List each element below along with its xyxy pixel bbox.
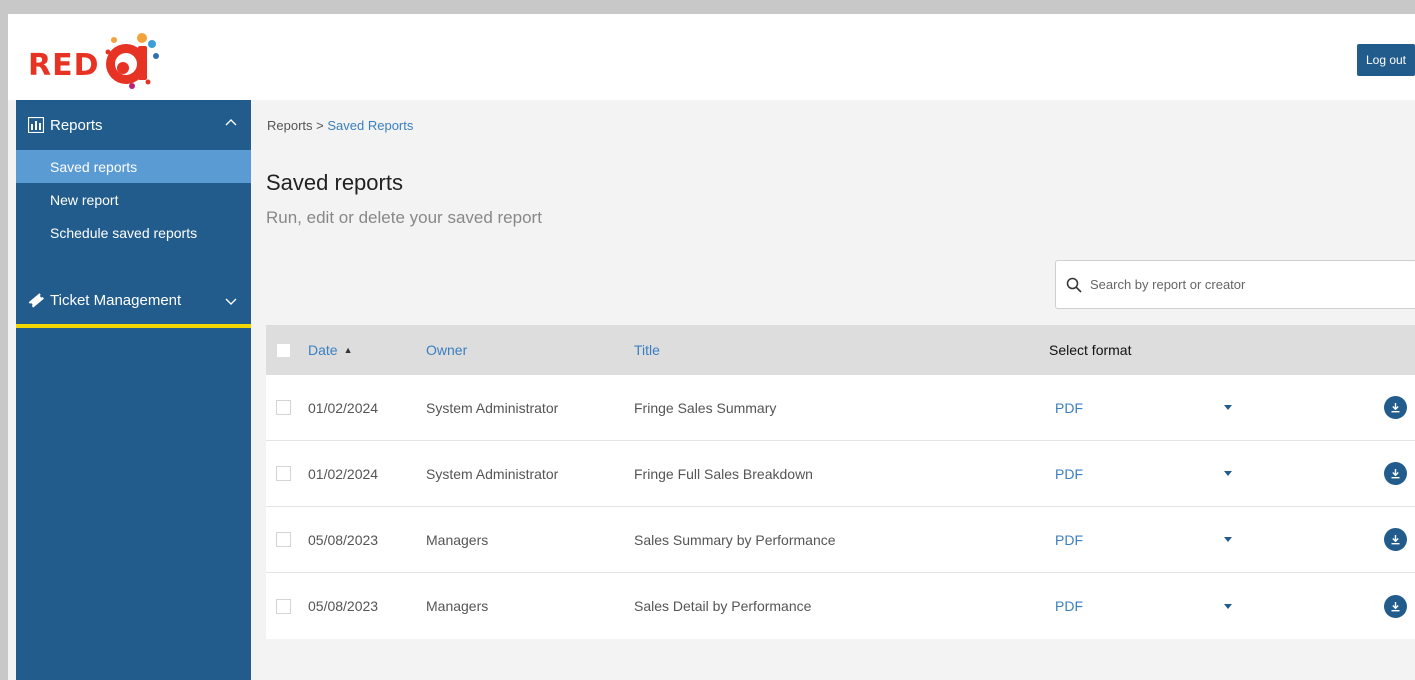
logout-button[interactable]: Log out <box>1357 44 1415 76</box>
download-icon <box>1391 601 1400 611</box>
logo-mark-icon <box>105 33 159 89</box>
row-checkbox[interactable] <box>276 466 291 481</box>
download-button[interactable] <box>1384 396 1407 419</box>
table-row: 05/08/2023 Managers Sales Summary by Per… <box>266 507 1415 573</box>
row-owner: Managers <box>426 598 489 614</box>
download-icon <box>1391 403 1400 413</box>
row-date: 05/08/2023 <box>308 531 379 548</box>
download-icon <box>1391 469 1400 479</box>
caret-down-icon[interactable] <box>1224 405 1232 410</box>
column-header-format: Select format <box>1041 325 1249 375</box>
row-date: 01/02/2024 <box>308 465 379 482</box>
page-subtitle: Run, edit or delete your saved report <box>266 208 542 227</box>
sidebar-item-label: New report <box>50 191 119 208</box>
chevron-down-icon[interactable] <box>225 298 237 306</box>
row-checkbox[interactable] <box>276 400 291 415</box>
sort-ascending-icon: ▲ <box>343 345 353 355</box>
row-title: Fringe Full Sales Breakdown <box>634 465 813 482</box>
table-header: Date ▲ Owner Title Select format <box>266 325 1415 375</box>
sidebar-item-label: Saved reports <box>50 158 138 175</box>
row-title: Sales Summary by Performance <box>634 531 836 548</box>
format-select[interactable]: PDF <box>1041 507 1249 572</box>
sidebar-section-ticket-management[interactable]: Ticket Management <box>16 276 251 328</box>
search-box[interactable] <box>1055 260 1415 309</box>
row-owner: System Administrator <box>426 465 559 482</box>
sidebar-item-label: Schedule saved reports <box>50 224 198 241</box>
row-date: 05/08/2023 <box>308 598 379 614</box>
breadcrumb: Reports > Saved Reports <box>267 118 413 133</box>
select-all-checkbox[interactable] <box>276 342 291 358</box>
caret-down-icon[interactable] <box>1224 537 1232 542</box>
breadcrumb-root[interactable]: Reports <box>267 118 313 133</box>
format-select[interactable]: PDF <box>1041 441 1249 506</box>
breadcrumb-current[interactable]: Saved Reports <box>327 118 413 133</box>
download-button[interactable] <box>1384 462 1407 485</box>
download-button[interactable] <box>1384 594 1407 618</box>
caret-down-icon[interactable] <box>1224 603 1232 609</box>
ticket-icon <box>28 293 44 308</box>
sidebar-section-label: Reports <box>50 116 103 134</box>
row-checkbox[interactable] <box>276 598 291 614</box>
format-select[interactable]: PDF <box>1041 375 1249 440</box>
search-icon <box>1066 277 1082 293</box>
download-button[interactable] <box>1384 528 1407 551</box>
page-title: Saved reports <box>266 170 403 195</box>
row-title: Sales Detail by Performance <box>634 598 812 614</box>
red61-logo[interactable]: RED <box>26 28 166 89</box>
table-row: 01/02/2024 System Administrator Fringe S… <box>266 375 1415 441</box>
column-header-label: Date <box>308 342 338 358</box>
column-header-owner[interactable]: Owner <box>426 325 467 375</box>
column-header-title[interactable]: Title <box>634 325 660 375</box>
table-row: 01/02/2024 System Administrator Fringe F… <box>266 441 1415 507</box>
saved-reports-table: Date ▲ Owner Title Select format 01/02/2… <box>266 325 1415 639</box>
top-header: RED Log out <box>8 14 1415 100</box>
table-row: 05/08/2023 Managers Sales Detail by Perf… <box>266 573 1415 639</box>
row-title: Fringe Sales Summary <box>634 399 777 416</box>
row-checkbox[interactable] <box>276 532 291 547</box>
column-header-label: Title <box>634 342 660 358</box>
download-icon <box>1391 535 1400 545</box>
chevron-up-icon[interactable] <box>225 118 237 126</box>
breadcrumb-separator: > <box>316 118 324 133</box>
column-header-date[interactable]: Date ▲ <box>308 325 353 375</box>
logo-text: RED <box>28 48 100 83</box>
sidebar-item-schedule-saved-reports[interactable]: Schedule saved reports <box>16 216 251 249</box>
search-input[interactable] <box>1090 277 1390 292</box>
caret-down-icon[interactable] <box>1224 471 1232 476</box>
row-owner: Managers <box>426 531 489 548</box>
bar-chart-icon <box>28 117 44 133</box>
row-date: 01/02/2024 <box>308 399 379 416</box>
row-owner: System Administrator <box>426 399 559 416</box>
main-content: Reports > Saved Reports Saved reports Ru… <box>251 100 1415 680</box>
sidebar-item-new-report[interactable]: New report <box>16 183 251 216</box>
column-header-label: Owner <box>426 342 468 358</box>
format-select[interactable]: PDF <box>1041 573 1249 639</box>
sidebar-section-label: Ticket Management <box>50 291 182 309</box>
column-header-label: Select format <box>1049 342 1132 358</box>
sidebar: Reports Saved reports New report Schedul… <box>16 100 251 680</box>
app-frame: RED Log out Reports Saved reports New re… <box>8 14 1415 680</box>
sidebar-item-saved-reports[interactable]: Saved reports <box>16 150 251 183</box>
sidebar-section-reports[interactable]: Reports <box>16 100 251 150</box>
